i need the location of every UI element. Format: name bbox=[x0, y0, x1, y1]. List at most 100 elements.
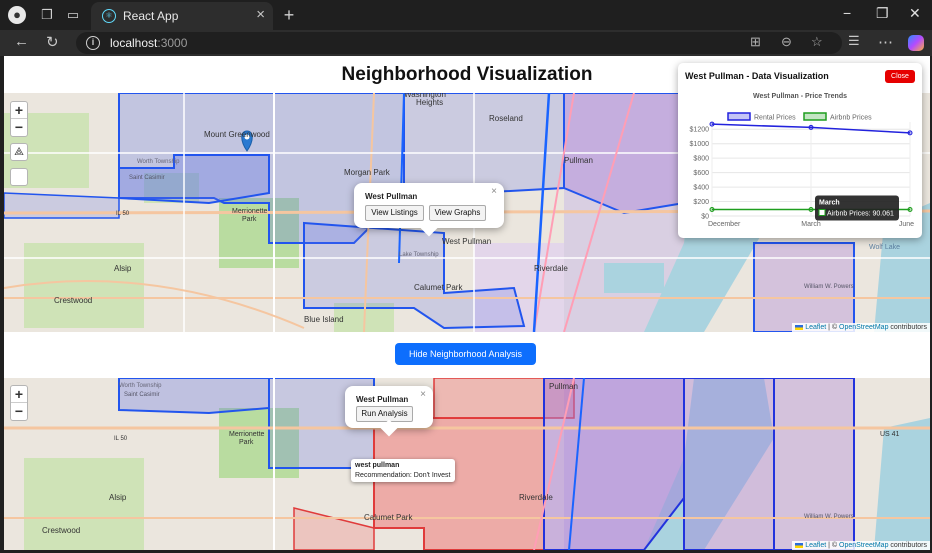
label-mount-greenwood: Mount Greenwood bbox=[204, 130, 270, 139]
label-calumet-park: Calumet Park bbox=[414, 283, 463, 292]
close-tab-icon[interactable]: × bbox=[256, 6, 265, 23]
browser-tab[interactable]: ⚛ React App × bbox=[91, 2, 273, 30]
zoom-icon[interactable]: ⊖ bbox=[781, 34, 792, 50]
analysis-zoom-out-button[interactable]: − bbox=[11, 403, 27, 420]
x-tick-label-0: December bbox=[708, 221, 741, 228]
b-label-worth-township: Worth Township bbox=[119, 383, 162, 389]
y-tick-label-1: $1000 bbox=[690, 141, 710, 148]
label-wolf-lake: Wolf Lake bbox=[869, 244, 900, 251]
popup-close-icon[interactable]: × bbox=[491, 186, 497, 197]
label-crestwood: Crestwood bbox=[54, 296, 92, 305]
analysis-zoom-in-button[interactable]: + bbox=[11, 386, 27, 403]
close-window-icon[interactable]: ✕ bbox=[909, 5, 921, 22]
leaflet-link[interactable]: Leaflet bbox=[805, 324, 826, 331]
b-label-calumet-park: Calumet Park bbox=[364, 513, 413, 522]
restore-icon[interactable]: ❐ bbox=[876, 5, 889, 22]
copilot-icon[interactable] bbox=[908, 35, 924, 51]
zoom-out-button[interactable]: − bbox=[11, 119, 27, 136]
label-west-pullman: West Pullman bbox=[442, 237, 491, 246]
series-1-point-2 bbox=[907, 206, 913, 212]
analysis-popup: × West Pullman Run Analysis bbox=[345, 386, 433, 437]
tooltip-recommendation: Recommendation: Don't Invest bbox=[355, 472, 451, 479]
popup-neighborhood-name: West Pullman bbox=[365, 192, 418, 201]
profile-icon[interactable]: ● bbox=[8, 6, 26, 24]
tooltip-neighborhood-name: west pullman bbox=[355, 462, 400, 469]
reload-icon[interactable]: ↻ bbox=[46, 33, 59, 51]
legend-label-1: Airbnb Prices bbox=[830, 115, 872, 122]
label-morgan-park: Morgan Park bbox=[344, 168, 391, 177]
series-1-point-0 bbox=[709, 206, 715, 212]
b-label-merrionette-park: Merrionette bbox=[229, 431, 265, 438]
app-available-icon[interactable]: ⊞ bbox=[750, 34, 761, 50]
draw-polygon-icon[interactable]: ⟁ bbox=[10, 143, 28, 161]
ukraine-flag-icon bbox=[795, 324, 804, 330]
osm-link[interactable]: OpenStreetMap bbox=[839, 324, 888, 331]
legend-swatch-1 bbox=[803, 112, 827, 121]
osm-link-2[interactable]: OpenStreetMap bbox=[839, 542, 888, 549]
minimize-icon[interactable]: − bbox=[843, 5, 851, 21]
label-merrionette-park: Merrionette bbox=[232, 208, 268, 215]
neighborhood-popup: × West Pullman View Listings View Graphs bbox=[354, 183, 504, 237]
series-1-point-1 bbox=[808, 206, 814, 212]
y-tick-label-4: $400 bbox=[693, 185, 709, 192]
toggle-analysis-button[interactable]: Hide Neighborhood Analysis bbox=[395, 343, 536, 365]
x-tick-label-2: June bbox=[899, 221, 914, 228]
series-0-point-0 bbox=[709, 121, 715, 127]
y-tick-label-2: $800 bbox=[693, 156, 709, 163]
address-toolbar: ← ↻ i localhost:3000 ⊞ ⊖ ☆ ☰ ⋯ bbox=[0, 30, 932, 56]
label-merrionette-park-2: Park bbox=[242, 216, 257, 223]
analysis-zoom-control: + − bbox=[10, 385, 28, 421]
map-attribution: Leaflet | © OpenStreetMap contributors bbox=[792, 323, 930, 332]
view-listings-button[interactable]: View Listings bbox=[365, 205, 424, 221]
price-trends-chart: West Pullman - Price Trends Rental Prices… bbox=[690, 93, 915, 228]
layer-toggle-button[interactable] bbox=[10, 168, 28, 186]
y-tick-label-3: $600 bbox=[693, 170, 709, 177]
tab-title: React App bbox=[123, 9, 179, 23]
label-il-50: IL 50 bbox=[116, 211, 130, 217]
legend-swatch-0 bbox=[727, 112, 751, 121]
view-graphs-button[interactable]: View Graphs bbox=[429, 205, 486, 221]
chart-tooltip-swatch bbox=[818, 208, 826, 216]
label-powers-area: William W. Powers bbox=[804, 284, 854, 290]
tab-strip: ● ❒ ▭ ⚛ React App × + − ❐ ✕ bbox=[0, 0, 932, 30]
b-label-il-50: IL 50 bbox=[114, 436, 128, 442]
address-bar[interactable]: i localhost:3000 ⊞ ⊖ ☆ bbox=[76, 32, 842, 54]
tab-actions-icon[interactable]: ▭ bbox=[64, 6, 82, 24]
b-label-crestwood: Crestwood bbox=[42, 526, 80, 535]
b-label-riverdale: Riverdale bbox=[519, 493, 553, 502]
x-tick-label-1: March bbox=[801, 221, 821, 228]
b-label-us-41: US 41 bbox=[880, 431, 900, 438]
zoom-in-button[interactable]: + bbox=[11, 102, 27, 119]
favorites-icon[interactable]: ☰ bbox=[848, 33, 860, 49]
analysis-map[interactable]: Worth Township Merrionette Park IL 50 Al… bbox=[4, 378, 930, 550]
leaflet-link-2[interactable]: Leaflet bbox=[805, 542, 826, 549]
analysis-map-attribution: Leaflet | © OpenStreetMap contributors bbox=[792, 541, 930, 550]
zoom-control: + − bbox=[10, 101, 28, 137]
analysis-map-tiles: Worth Township Merrionette Park IL 50 Al… bbox=[4, 378, 930, 550]
chart-tooltip-title: March bbox=[819, 199, 840, 206]
favorite-star-icon[interactable]: ☆ bbox=[811, 34, 823, 50]
back-icon[interactable]: ← bbox=[14, 33, 29, 50]
y-tick-label-5: $200 bbox=[693, 199, 709, 206]
react-icon: ⚛ bbox=[102, 9, 116, 23]
label-lake-township: Lake Township bbox=[399, 252, 439, 258]
info-icon[interactable]: i bbox=[86, 36, 100, 50]
analysis-popup-close-icon[interactable]: × bbox=[420, 389, 426, 400]
label-blue-island: Blue Island bbox=[304, 315, 344, 324]
y-tick-label-0: $1200 bbox=[690, 127, 710, 134]
chart-tooltip-label: Airbnb Prices: 90.061 bbox=[827, 210, 894, 217]
label-roseland: Roseland bbox=[489, 114, 523, 123]
series-0-point-2 bbox=[907, 130, 913, 136]
label-pullman: Pullman bbox=[564, 156, 593, 165]
more-menu-icon[interactable]: ⋯ bbox=[878, 33, 893, 51]
workspaces-icon[interactable]: ❒ bbox=[38, 6, 56, 24]
ukraine-flag-icon-2 bbox=[795, 542, 804, 548]
recommendation-tooltip: west pullman Recommendation: Don't Inves… bbox=[351, 459, 455, 482]
label-riverdale: Riverdale bbox=[534, 264, 568, 273]
legend-label-0: Rental Prices bbox=[754, 115, 796, 122]
url-text: localhost:3000 bbox=[110, 36, 188, 50]
b-label-powers-area: William W. Powers bbox=[804, 514, 854, 520]
new-tab-icon[interactable]: + bbox=[280, 6, 298, 24]
run-analysis-button[interactable]: Run Analysis bbox=[356, 406, 413, 422]
analysis-popup-name: West Pullman bbox=[356, 395, 409, 404]
